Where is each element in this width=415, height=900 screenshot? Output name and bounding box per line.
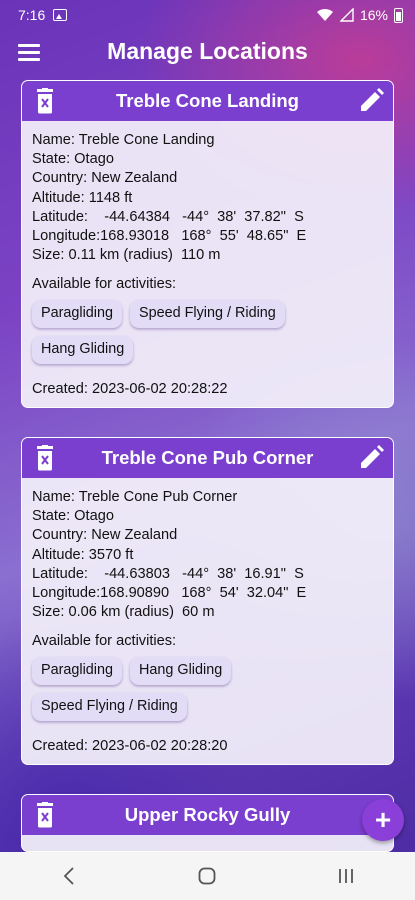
location-altitude: Altitude: 1148 ft (32, 189, 133, 206)
delete-icon[interactable] (35, 802, 55, 833)
recents-icon (338, 869, 353, 883)
activity-chips: Paragliding Speed Flying / Riding Hang G… (32, 299, 322, 364)
activity-chip-hang-gliding[interactable]: Hang Gliding (130, 656, 232, 685)
location-name: Name: Treble Cone Landing (32, 132, 215, 148)
location-details: Name: Treble Cone Pub Corner State: Otag… (22, 478, 393, 756)
edit-icon[interactable] (358, 88, 384, 119)
location-country: Country: New Zealand (32, 527, 178, 544)
location-card-title: Treble Cone Landing (116, 90, 299, 111)
status-bar: 7:16 16% (0, 0, 415, 30)
location-details: Name: Treble Cone Landing State: Otago C… (22, 121, 393, 399)
created-timestamp: Created: 2023-06-02 20:28:22 (32, 380, 228, 397)
location-card: Treble Cone Landing Name: Treble Cone La… (21, 80, 394, 408)
battery-icon (394, 7, 403, 23)
location-latitude: Latitude: -44.64384 -44° 38' 37.82" S (32, 208, 304, 225)
activity-chip-paragliding[interactable]: Paragliding (32, 656, 123, 685)
signal-icon (339, 8, 354, 22)
location-country: Country: New Zealand (32, 170, 178, 187)
home-button[interactable] (177, 856, 237, 896)
location-card-title: Treble Cone Pub Corner (101, 447, 314, 468)
location-card: Treble Cone Pub Corner Name: Treble Cone… (21, 437, 394, 765)
created-timestamp: Created: 2023-06-02 20:28:20 (32, 737, 228, 754)
location-altitude: Altitude: 3570 ft (32, 546, 134, 563)
location-card: Upper Rocky Gully (21, 794, 394, 852)
location-name: Name: Treble Cone Pub Corner (32, 489, 238, 505)
activity-chip-hang-gliding[interactable]: Hang Gliding (32, 335, 134, 364)
edit-icon[interactable] (358, 445, 384, 476)
activities-label: Available for activities: (32, 633, 177, 650)
status-time: 7:16 (18, 7, 46, 23)
page-title: Manage Locations (107, 38, 308, 64)
activity-chip-speed-flying[interactable]: Speed Flying / Riding (32, 692, 187, 721)
plus-icon: + (374, 804, 392, 835)
location-longitude: Longitude:168.90890 168° 54' 32.04" E (32, 585, 307, 602)
location-size: Size: 0.06 km (radius) 60 m (32, 604, 215, 621)
location-size: Size: 0.11 km (radius) 110 m (32, 247, 221, 264)
system-nav-bar (0, 852, 415, 900)
back-button[interactable] (39, 856, 99, 896)
home-icon (199, 867, 216, 885)
back-icon (63, 867, 74, 885)
location-card-header: Treble Cone Pub Corner (22, 438, 393, 478)
activity-chips: Paragliding Hang Gliding Speed Flying / … (32, 656, 322, 721)
activity-chip-paragliding[interactable]: Paragliding (32, 299, 123, 328)
location-latitude: Latitude: -44.63803 -44° 38' 16.91" S (32, 565, 304, 582)
location-state: State: Otago (32, 151, 114, 168)
location-card-header: Treble Cone Landing (22, 81, 393, 121)
location-card-title: Upper Rocky Gully (124, 804, 291, 825)
recents-button[interactable] (316, 856, 376, 896)
location-longitude: Longitude:168.93018 168° 55' 48.65" E (32, 228, 307, 245)
delete-icon[interactable] (35, 445, 55, 476)
add-location-button[interactable]: + (362, 799, 404, 841)
activities-label: Available for activities: (32, 276, 177, 293)
app-bar: Manage Locations (0, 30, 415, 74)
delete-icon[interactable] (35, 88, 55, 119)
image-notification-icon (53, 9, 68, 21)
location-card-header: Upper Rocky Gully (22, 795, 393, 835)
wifi-icon (316, 8, 333, 21)
activity-chip-speed-flying[interactable]: Speed Flying / Riding (130, 299, 285, 328)
location-state: State: Otago (32, 508, 114, 525)
battery-percent: 16% (359, 7, 388, 23)
